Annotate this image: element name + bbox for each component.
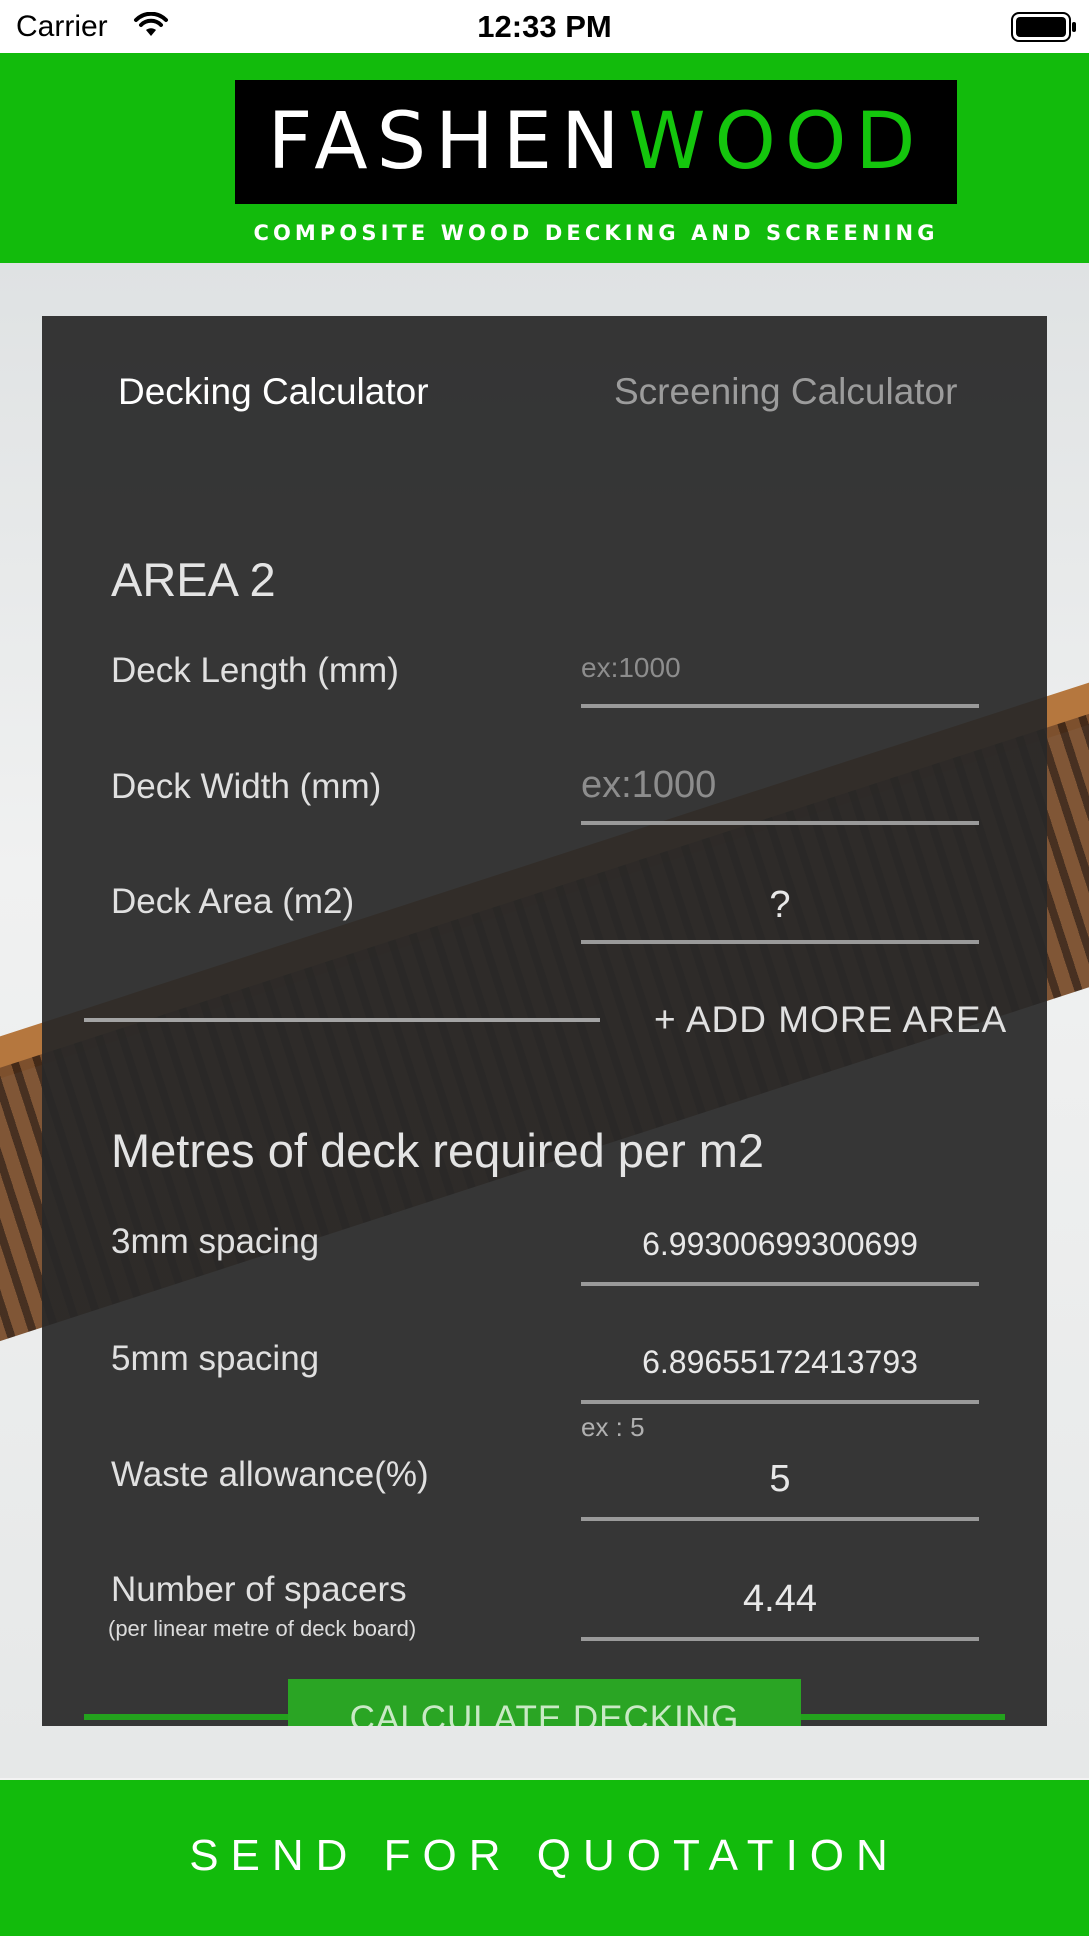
add-more-area-button[interactable]: + ADD MORE AREA: [654, 999, 1007, 1041]
deck-length-label: Deck Length (mm): [111, 651, 399, 690]
metres-title: Metres of deck required per m2: [111, 1124, 765, 1177]
tab-decking-calculator[interactable]: Decking Calculator: [118, 371, 429, 413]
send-quotation-label: SEND FOR QUOTATION: [189, 1831, 900, 1880]
brand-logo: FASHENWOOD: [235, 80, 957, 204]
logo-word-wood: WOOD: [628, 97, 925, 187]
spacing-5mm-value: 6.89655172413793: [642, 1344, 918, 1380]
waste-hint: ex : 5: [581, 1412, 645, 1442]
spacers-sublabel: (per linear metre of deck board): [108, 1616, 417, 1641]
calculator-panel: Decking Calculator Screening Calculator …: [42, 316, 1047, 1726]
deck-length-input[interactable]: ex:1000: [581, 646, 979, 708]
waste-allowance-label: Waste allowance(%): [111, 1455, 429, 1494]
deck-area-label: Deck Area (m2): [111, 882, 355, 921]
calculate-decking-button[interactable]: CALCULATE DECKING: [288, 1679, 801, 1726]
deck-width-input[interactable]: ex:1000: [581, 758, 979, 825]
waste-allowance-input[interactable]: 5: [581, 1446, 979, 1521]
waste-allowance-value: 5: [769, 1458, 791, 1500]
status-time: 12:33 PM: [477, 9, 612, 44]
area-title: AREA 2: [111, 553, 276, 606]
spacers-field: 4.44: [581, 1566, 979, 1641]
deck-area-value: ?: [769, 884, 791, 926]
logo-text: FASHENWOOD: [235, 102, 957, 182]
battery-icon: [1011, 12, 1077, 47]
logo-word-fashen: FASHEN: [267, 97, 629, 187]
status-bar: Carrier 12:33 PM: [0, 0, 1089, 53]
spacing-3mm-field: 6.99300699300699: [581, 1214, 979, 1286]
spacing-3mm-label: 3mm spacing: [111, 1222, 320, 1261]
brand-tagline: COMPOSITE WOOD DECKING AND SCREENING: [253, 221, 939, 245]
tab-screening-calculator[interactable]: Screening Calculator: [614, 371, 957, 413]
app-header: FASHENWOOD COMPOSITE WOOD DECKING AND SC…: [0, 53, 1089, 263]
deck-width-label: Deck Width (mm): [111, 767, 382, 806]
divider-line: [84, 1018, 600, 1022]
deck-width-placeholder: ex:1000: [581, 764, 717, 806]
deck-area-field: ?: [581, 874, 979, 944]
spacing-3mm-value: 6.99300699300699: [642, 1226, 918, 1262]
spacing-5mm-label: 5mm spacing: [111, 1339, 320, 1378]
spacing-5mm-field: 6.89655172413793: [581, 1332, 979, 1404]
deck-length-placeholder: ex:1000: [581, 652, 681, 683]
spacers-label: Number of spacers: [111, 1570, 407, 1609]
send-quotation-button[interactable]: SEND FOR QUOTATION: [0, 1778, 1089, 1936]
spacers-value: 4.44: [743, 1578, 817, 1620]
